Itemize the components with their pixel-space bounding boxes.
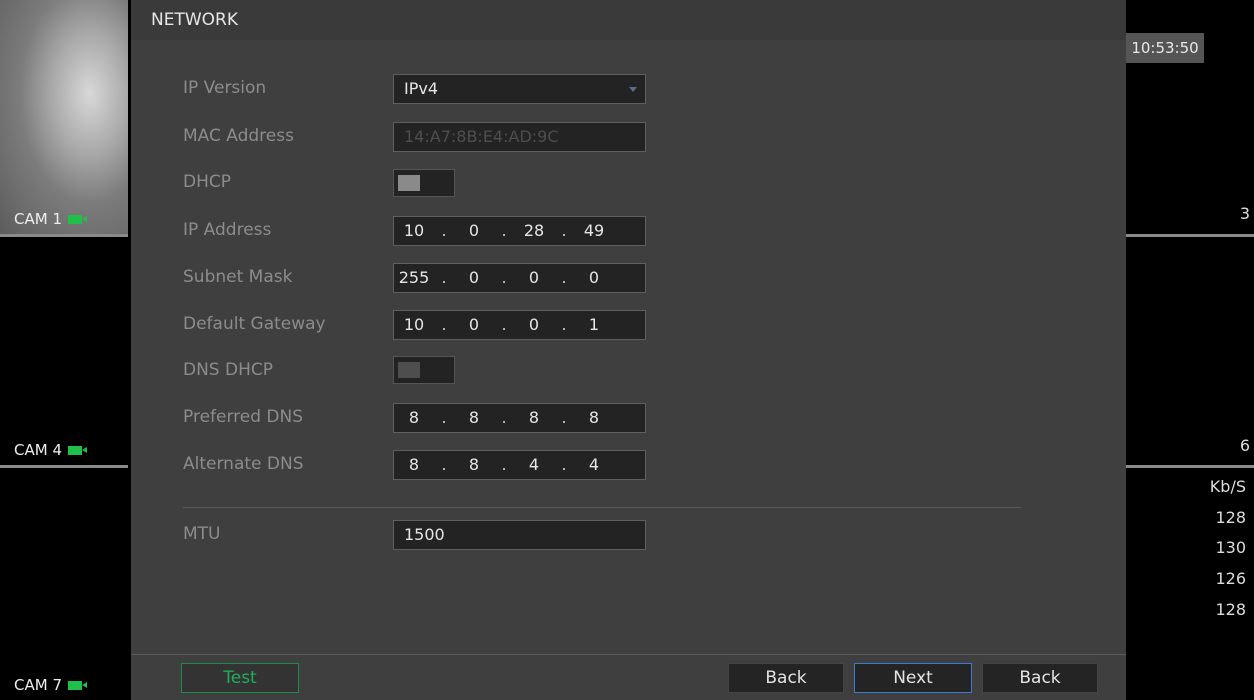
bitrate-value: 130 [1215, 538, 1246, 557]
ip-octet[interactable]: 4 [514, 451, 554, 479]
ip-version-label: IP Version [183, 78, 267, 98]
tile-divider [1126, 465, 1254, 468]
camera-label: CAM 4 [14, 441, 87, 459]
default-gateway-label: Default Gateway [183, 314, 326, 334]
subnet-mask-label: Subnet Mask [183, 267, 293, 287]
ip-octet[interactable]: 10 [394, 311, 434, 339]
mtu-input[interactable]: 1500 [393, 520, 646, 550]
ip-octet[interactable]: 8 [454, 404, 494, 432]
footer-divider [131, 654, 1126, 655]
ip-octet[interactable]: 8 [394, 451, 434, 479]
toggle-knob [398, 362, 420, 378]
ip-octet[interactable]: 8 [394, 404, 434, 432]
ip-octet[interactable]: 1 [574, 311, 614, 339]
camera-tile-7[interactable]: CAM 7 [0, 468, 128, 700]
default-gateway-field[interactable]: 10. 0. 0. 1 [393, 310, 646, 340]
ip-version-select[interactable]: IPv4 [393, 74, 646, 104]
camera-record-icon [68, 214, 87, 224]
ip-octet[interactable]: 49 [574, 217, 614, 245]
camera-label: CAM 7 [14, 676, 87, 694]
bitrate-unit: Kb/S [1209, 477, 1246, 496]
channel-number: 6 [1239, 436, 1250, 455]
ip-octet[interactable]: 8 [514, 404, 554, 432]
back-button-secondary[interactable]: Back [982, 663, 1098, 693]
dialog-title: NETWORK [131, 0, 1126, 40]
ip-octet[interactable]: 0 [454, 217, 494, 245]
camera-tile-4[interactable]: CAM 4 [0, 237, 128, 465]
clock-display: 10:53:50 [1126, 33, 1204, 63]
ip-octet[interactable]: 255 [394, 264, 434, 292]
test-button[interactable]: Test [181, 663, 299, 693]
tile-divider [1126, 234, 1254, 237]
ip-version-value: IPv4 [404, 79, 439, 98]
ip-octet[interactable]: 0 [514, 311, 554, 339]
back-button[interactable]: Back [728, 663, 844, 693]
channel-number: 3 [1239, 204, 1250, 223]
dns-dhcp-label: DNS DHCP [183, 360, 273, 380]
alternate-dns-field[interactable]: 8. 8. 4. 4 [393, 450, 646, 480]
next-button[interactable]: Next [854, 663, 972, 693]
ip-octet[interactable]: 0 [574, 264, 614, 292]
ip-address-label: IP Address [183, 220, 272, 240]
preferred-dns-label: Preferred DNS [183, 407, 304, 427]
section-divider [183, 507, 1021, 508]
network-dialog: NETWORK IP Version IPv4 MAC Address 14:A… [131, 0, 1126, 700]
camera-tile-1[interactable]: CAM 1 [0, 0, 128, 234]
subnet-mask-field[interactable]: 255. 0. 0. 0 [393, 263, 646, 293]
dns-dhcp-toggle[interactable] [393, 356, 455, 384]
ip-octet[interactable]: 10 [394, 217, 434, 245]
ip-octet[interactable]: 0 [454, 311, 494, 339]
dhcp-toggle[interactable] [393, 169, 455, 197]
bitrate-value: 128 [1215, 600, 1246, 619]
ip-octet[interactable]: 4 [574, 451, 614, 479]
dhcp-label: DHCP [183, 172, 231, 192]
mtu-label: MTU [183, 524, 221, 544]
chevron-down-icon [629, 87, 637, 92]
preferred-dns-field[interactable]: 8. 8. 8. 8 [393, 403, 646, 433]
bitrate-value: 128 [1215, 508, 1246, 527]
ip-octet[interactable]: 0 [514, 264, 554, 292]
ip-address-field[interactable]: 10. 0. 28. 49 [393, 216, 646, 246]
toggle-knob [398, 175, 420, 191]
ip-octet[interactable]: 0 [454, 264, 494, 292]
right-info-panel: 10:53:50 3 6 Kb/S 128 130 126 128 [1126, 0, 1254, 700]
mac-address-field: 14:A7:8B:E4:AD:9C [393, 122, 646, 152]
ip-octet[interactable]: 8 [574, 404, 614, 432]
ip-octet[interactable]: 8 [454, 451, 494, 479]
camera-record-icon [68, 445, 87, 455]
camera-label: CAM 1 [14, 210, 87, 228]
alternate-dns-label: Alternate DNS [183, 454, 304, 474]
bitrate-value: 126 [1215, 569, 1246, 588]
mac-address-label: MAC Address [183, 126, 294, 146]
camera-record-icon [68, 680, 87, 690]
ip-octet[interactable]: 28 [514, 217, 554, 245]
